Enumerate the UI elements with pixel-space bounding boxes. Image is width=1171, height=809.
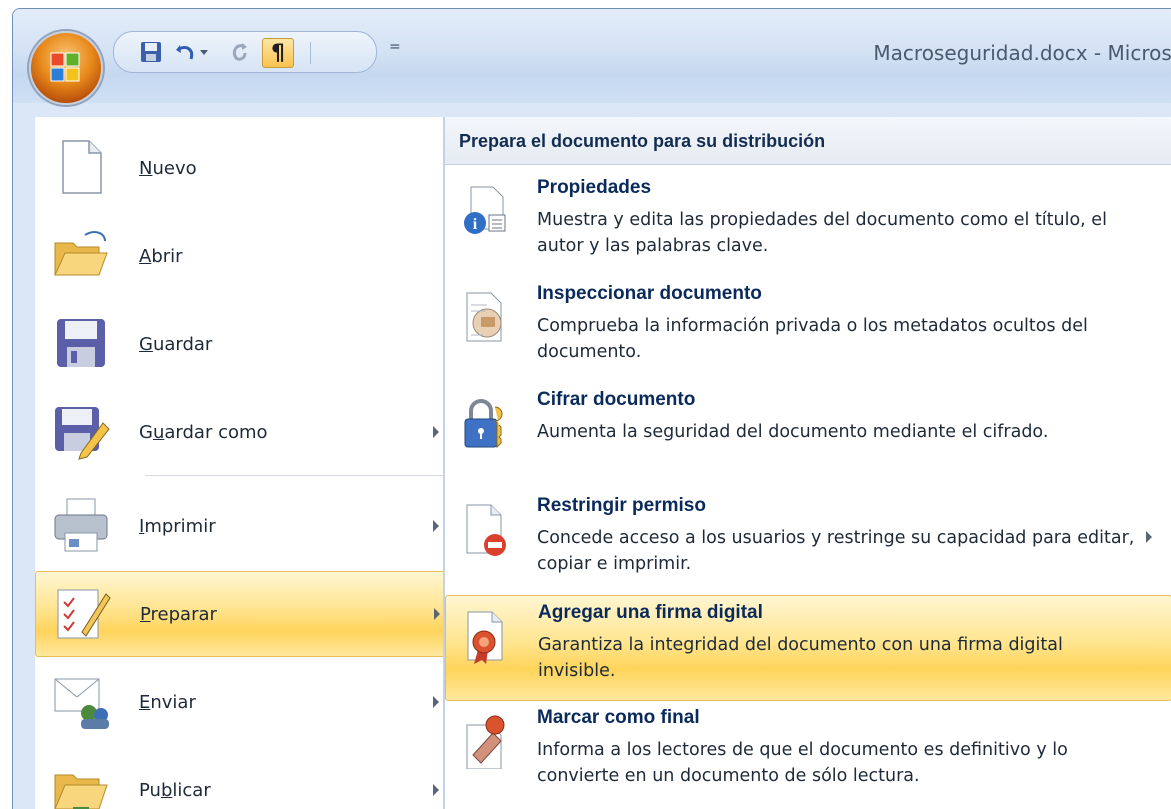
- menu-item-nuevo[interactable]: Nuevo: [35, 125, 455, 211]
- office-button[interactable]: [29, 31, 103, 105]
- paragraph-mark-icon[interactable]: ¶: [262, 38, 294, 68]
- submenu-item-restringir[interactable]: Restringir permiso Concede acceso a los …: [445, 489, 1171, 595]
- menu-label-guardar: Guardar: [139, 333, 213, 355]
- submenu-title: Inspeccionar documento: [537, 283, 762, 304]
- submenu-description: Informa a los lectores de que el documen…: [537, 740, 1068, 786]
- open-folder-icon: [51, 225, 111, 285]
- submenu-arrow-icon: [433, 784, 439, 796]
- submenu-description: Muestra y edita las propiedades del docu…: [537, 210, 1107, 256]
- submenu-title: Agregar una firma digital: [538, 602, 763, 623]
- menu-label-publicar: Publicar: [139, 779, 211, 801]
- submenu-item-inspeccionar[interactable]: Inspeccionar documento Comprueba la info…: [445, 277, 1171, 383]
- menu-item-abrir[interactable]: Abrir: [35, 213, 455, 299]
- submenu-description: Comprueba la información privada o los m…: [537, 316, 1088, 362]
- customize-qat-icon[interactable]: =: [389, 39, 401, 55]
- menu-item-enviar[interactable]: Enviar: [35, 659, 455, 745]
- properties-icon: i: [461, 185, 509, 239]
- menu-label-enviar: Enviar: [139, 691, 196, 713]
- submenu-arrow-icon: [434, 608, 440, 620]
- publish-icon: [51, 759, 111, 809]
- submenu-title: Cifrar documento: [537, 389, 696, 410]
- submenu-arrow-icon: [433, 426, 439, 438]
- quick-access-toolbar: ¶: [113, 31, 377, 73]
- svg-text:i: i: [473, 216, 478, 233]
- title-bar: ¶ = Macroseguridad.docx - Microso: [13, 9, 1171, 105]
- submenu-title: Restringir permiso: [537, 495, 706, 516]
- menu-label-nuevo: Nuevo: [139, 157, 197, 179]
- save-icon[interactable]: [136, 38, 166, 66]
- submenu-header: Prepara el documento para su distribució…: [445, 117, 1171, 165]
- menu-item-guardar[interactable]: Guardar: [35, 301, 455, 387]
- menu-label-preparar: Preparar: [140, 603, 217, 625]
- digital-signature-icon: [462, 610, 510, 664]
- paragraph-symbol: ¶: [271, 40, 285, 66]
- printer-icon: [51, 495, 111, 555]
- submenu-arrow-icon: [433, 520, 439, 532]
- restrict-permission-icon: [461, 503, 509, 557]
- menu-item-preparar[interactable]: Preparar: [35, 571, 455, 657]
- submenu-item-cifrar[interactable]: Cifrar documento Aumenta la seguridad de…: [445, 383, 1171, 489]
- office-menu-left-panel: Nuevo Abrir Guardar Guardar como Imprimi…: [35, 117, 455, 809]
- menu-item-publicar[interactable]: Publicar: [35, 747, 455, 809]
- menu-label-abrir: Abrir: [139, 245, 183, 267]
- submenu-item-propiedades[interactable]: i Propiedades Muestra y edita las propie…: [445, 171, 1171, 277]
- save-floppy-icon: [51, 313, 111, 373]
- menu-item-guardar-como[interactable]: Guardar como: [35, 389, 455, 475]
- mark-final-icon: [461, 715, 509, 770]
- submenu-description: Aumenta la seguridad del documento media…: [537, 422, 1049, 442]
- prepare-submenu-panel: Prepara el documento para su distribució…: [445, 117, 1171, 809]
- undo-dropdown-icon[interactable]: [196, 38, 212, 66]
- menu-label-guardar-como: Guardar como: [139, 421, 268, 443]
- new-document-icon: [51, 137, 111, 197]
- encrypt-lock-icon: [461, 397, 509, 451]
- window-title: Macroseguridad.docx - Microso: [873, 41, 1171, 65]
- redo-icon[interactable]: [224, 38, 254, 66]
- save-as-icon: [51, 401, 111, 461]
- prepare-icon: [52, 584, 112, 644]
- submenu-item-marcar-final[interactable]: Marcar como final Informa a los lectores…: [445, 701, 1171, 807]
- submenu-arrow-icon: [1146, 531, 1152, 543]
- send-icon: [51, 671, 111, 731]
- submenu-title: Marcar como final: [537, 707, 700, 728]
- qat-separator: [310, 42, 311, 64]
- submenu-arrow-icon: [433, 696, 439, 708]
- submenu-item-firma-digital[interactable]: Agregar una firma digital Garantiza la i…: [445, 595, 1171, 701]
- submenu-description: Garantiza la integridad del documento co…: [538, 635, 1063, 681]
- office-logo-icon: [50, 52, 80, 82]
- menu-label-imprimir: Imprimir: [139, 515, 216, 537]
- submenu-description: Concede acceso a los usuarios y restring…: [537, 528, 1135, 574]
- menu-item-imprimir[interactable]: Imprimir: [35, 483, 455, 569]
- inspect-document-icon: [461, 291, 509, 345]
- submenu-title: Propiedades: [537, 177, 652, 198]
- menu-divider: [145, 475, 455, 476]
- word-window: ¶ = Macroseguridad.docx - Microso Nuevo …: [12, 8, 1171, 809]
